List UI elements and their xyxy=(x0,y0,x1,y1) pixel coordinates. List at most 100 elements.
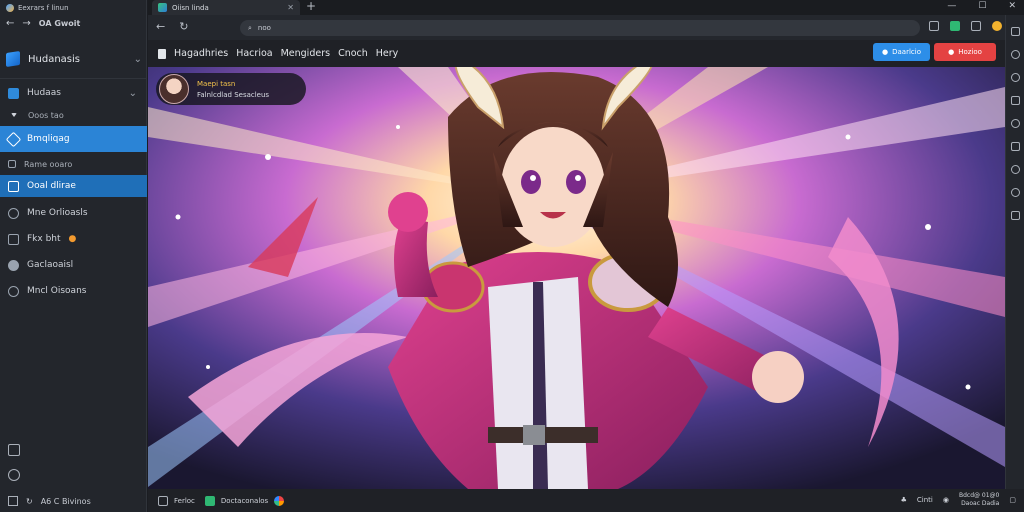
folder-icon xyxy=(8,87,19,99)
browser-tab[interactable]: Oiisn linda ✕ xyxy=(152,0,300,15)
close-window-icon[interactable]: ✕ xyxy=(1008,0,1016,13)
layers-icon[interactable] xyxy=(1010,211,1020,220)
menu-item-4[interactable]: Cnoch xyxy=(338,48,368,59)
send-icon[interactable] xyxy=(1010,73,1020,82)
back-arrow-icon[interactable]: ← xyxy=(6,18,14,29)
sidebar-item-mncl-oisoans[interactable]: Mncl Oisoans xyxy=(0,281,147,301)
sidebar-title-text: Eexrars f linun xyxy=(18,3,69,12)
user-icon: ● xyxy=(882,48,889,56)
maximize-icon[interactable]: ☐ xyxy=(978,0,986,13)
screenshot-icon[interactable] xyxy=(929,21,939,31)
danger-button-label: Hozioo xyxy=(958,48,982,56)
notification-icon[interactable]: ▢ xyxy=(1009,496,1016,504)
sidebar-divider xyxy=(0,78,147,79)
sidebar-item-label: Gaclaoaisl xyxy=(27,260,74,270)
window-icon[interactable] xyxy=(8,496,18,506)
sidebar-status-text: A6 C Bivinos xyxy=(40,496,91,506)
new-tab-icon[interactable]: + xyxy=(306,0,316,13)
sidebar-item-rame-ooaro[interactable]: Rame ooaro xyxy=(0,158,147,170)
sidebar-item-label: Mne Orlioasls xyxy=(27,208,88,218)
menu-item-3[interactable]: Mengiders xyxy=(281,48,330,59)
tab-favicon-icon xyxy=(158,3,167,12)
back-arrow-icon[interactable]: ← xyxy=(156,20,165,33)
chat-icon[interactable] xyxy=(1010,119,1020,128)
refresh-icon[interactable]: ↻ xyxy=(26,497,33,506)
status-right-label[interactable]: Cinti xyxy=(917,496,933,504)
people-icon[interactable]: ♣ xyxy=(901,496,907,504)
caret-icon xyxy=(11,113,17,117)
clock: Bdcd@ 01@0 Daoac Dadia xyxy=(959,492,999,508)
address-bar[interactable]: ⌕ noo xyxy=(240,20,920,36)
document-icon xyxy=(158,48,166,59)
history-icon[interactable] xyxy=(1010,50,1020,59)
menu-item-5[interactable]: Hery xyxy=(376,48,399,59)
checkbox-icon xyxy=(158,495,168,506)
workspace-selector[interactable]: Hudanasis ⌄ xyxy=(6,46,142,72)
sidebar-nav: ← → OA Gwoit xyxy=(6,18,80,29)
menu-item-2[interactable]: Hacrioa xyxy=(236,48,272,59)
sidebar-item-gaclaoaisl[interactable]: Gaclaoaisl xyxy=(0,255,147,275)
gear-icon xyxy=(8,285,19,297)
sidebar-status: ↻ A6 C Bivinos xyxy=(8,494,142,508)
menu-item-1[interactable]: Hagadhries xyxy=(174,48,228,59)
sidebar-item-bmqliqag[interactable]: Bmqliqag xyxy=(0,126,147,152)
sidebar-item-label: Rame ooaro xyxy=(24,159,73,169)
sidebar-item-label: Ooos tao xyxy=(28,110,64,120)
grid-icon[interactable] xyxy=(1010,27,1020,36)
profile-subtitle: Falnlcdlad Sesacleus xyxy=(197,90,270,99)
danger-button[interactable]: ● Hozioo xyxy=(934,43,996,61)
chevron-down-icon: ⌄ xyxy=(133,53,142,65)
smile-icon[interactable] xyxy=(1010,188,1020,197)
toolbar-nav: ← ↻ xyxy=(156,20,188,33)
sidebar-item-hudaas[interactable]: Hudaas ⌄ xyxy=(0,83,147,103)
sidebar-item-ooos-tao[interactable]: Ooos tao xyxy=(0,109,147,121)
record-icon: ● xyxy=(948,48,955,56)
calendar-icon[interactable] xyxy=(1010,142,1020,151)
home-icon[interactable] xyxy=(8,444,20,456)
profile-chip[interactable]: Maepi tasn Falnlcdlad Sesacleus xyxy=(156,73,306,105)
status-item-label: Doctaconalos xyxy=(220,496,269,505)
forward-arrow-icon[interactable]: → xyxy=(22,18,30,29)
primary-button-label: Daarlcio xyxy=(892,48,921,56)
sidebar-item-mne-orlioasls[interactable]: Mne Orlioasls xyxy=(0,203,147,223)
extension-icon[interactable] xyxy=(950,21,960,31)
right-toolstrip xyxy=(1005,15,1024,489)
tab-bar: Oiisn linda ✕ + — ☐ ✕ xyxy=(148,0,1024,15)
reload-icon[interactable]: ↻ xyxy=(179,20,188,33)
status-item-ferloc[interactable]: Ferloc xyxy=(158,495,195,506)
note-icon[interactable] xyxy=(1010,96,1020,105)
volume-icon[interactable]: ◉ xyxy=(943,496,949,504)
workspace-name: Hudanasis xyxy=(28,53,80,65)
close-tab-icon[interactable]: ✕ xyxy=(287,3,294,12)
sidebar-title: Eexrars f linun xyxy=(6,2,69,13)
profile-text: Maepi tasn Falnlcdlad Sesacleus xyxy=(197,80,269,99)
clock-top: Bdcd@ 01@0 xyxy=(958,492,1000,499)
sidebar-item-fkx-bht[interactable]: Fkx bht ● xyxy=(0,229,147,249)
profile-name: Maepi tasn xyxy=(197,79,236,88)
profile-icon[interactable] xyxy=(992,21,1002,31)
right-toolstrip-spacer xyxy=(1006,15,1024,27)
sync-icon xyxy=(8,233,19,245)
sidebar-item-label: Hudaas xyxy=(27,88,61,98)
sidebar-user[interactable]: OA Gwoit xyxy=(39,19,81,28)
settings-icon[interactable] xyxy=(8,469,20,481)
flame-icon: ● xyxy=(68,234,77,244)
shield-icon xyxy=(8,259,19,271)
box-icon xyxy=(8,160,16,168)
app-logo-icon xyxy=(6,3,14,12)
bookmark-icon[interactable] xyxy=(971,21,981,31)
timer-icon[interactable] xyxy=(1010,165,1020,174)
main-artwork: Maepi tasn Falnlcdlad Sesacleus xyxy=(148,67,1005,489)
sidebar-item-label: Ooal dlirae xyxy=(27,181,76,191)
toolbar-actions xyxy=(929,21,1002,31)
color-wheel-icon[interactable] xyxy=(274,495,285,506)
globe-icon xyxy=(8,207,19,219)
search-icon: ⌕ xyxy=(248,23,252,32)
address-text: noo xyxy=(257,24,271,32)
minimize-icon[interactable]: — xyxy=(947,0,956,13)
status-item-doctaconalos[interactable]: Doctaconalos xyxy=(204,495,285,506)
browser-toolbar: ← ↻ ⌕ noo xyxy=(148,15,1024,40)
sidebar-item-ooal-dlirae[interactable]: Ooal dlirae xyxy=(0,175,147,197)
sidebar-item-label: Mncl Oisoans xyxy=(27,286,87,296)
primary-button[interactable]: ● Daarlcio xyxy=(873,43,930,61)
